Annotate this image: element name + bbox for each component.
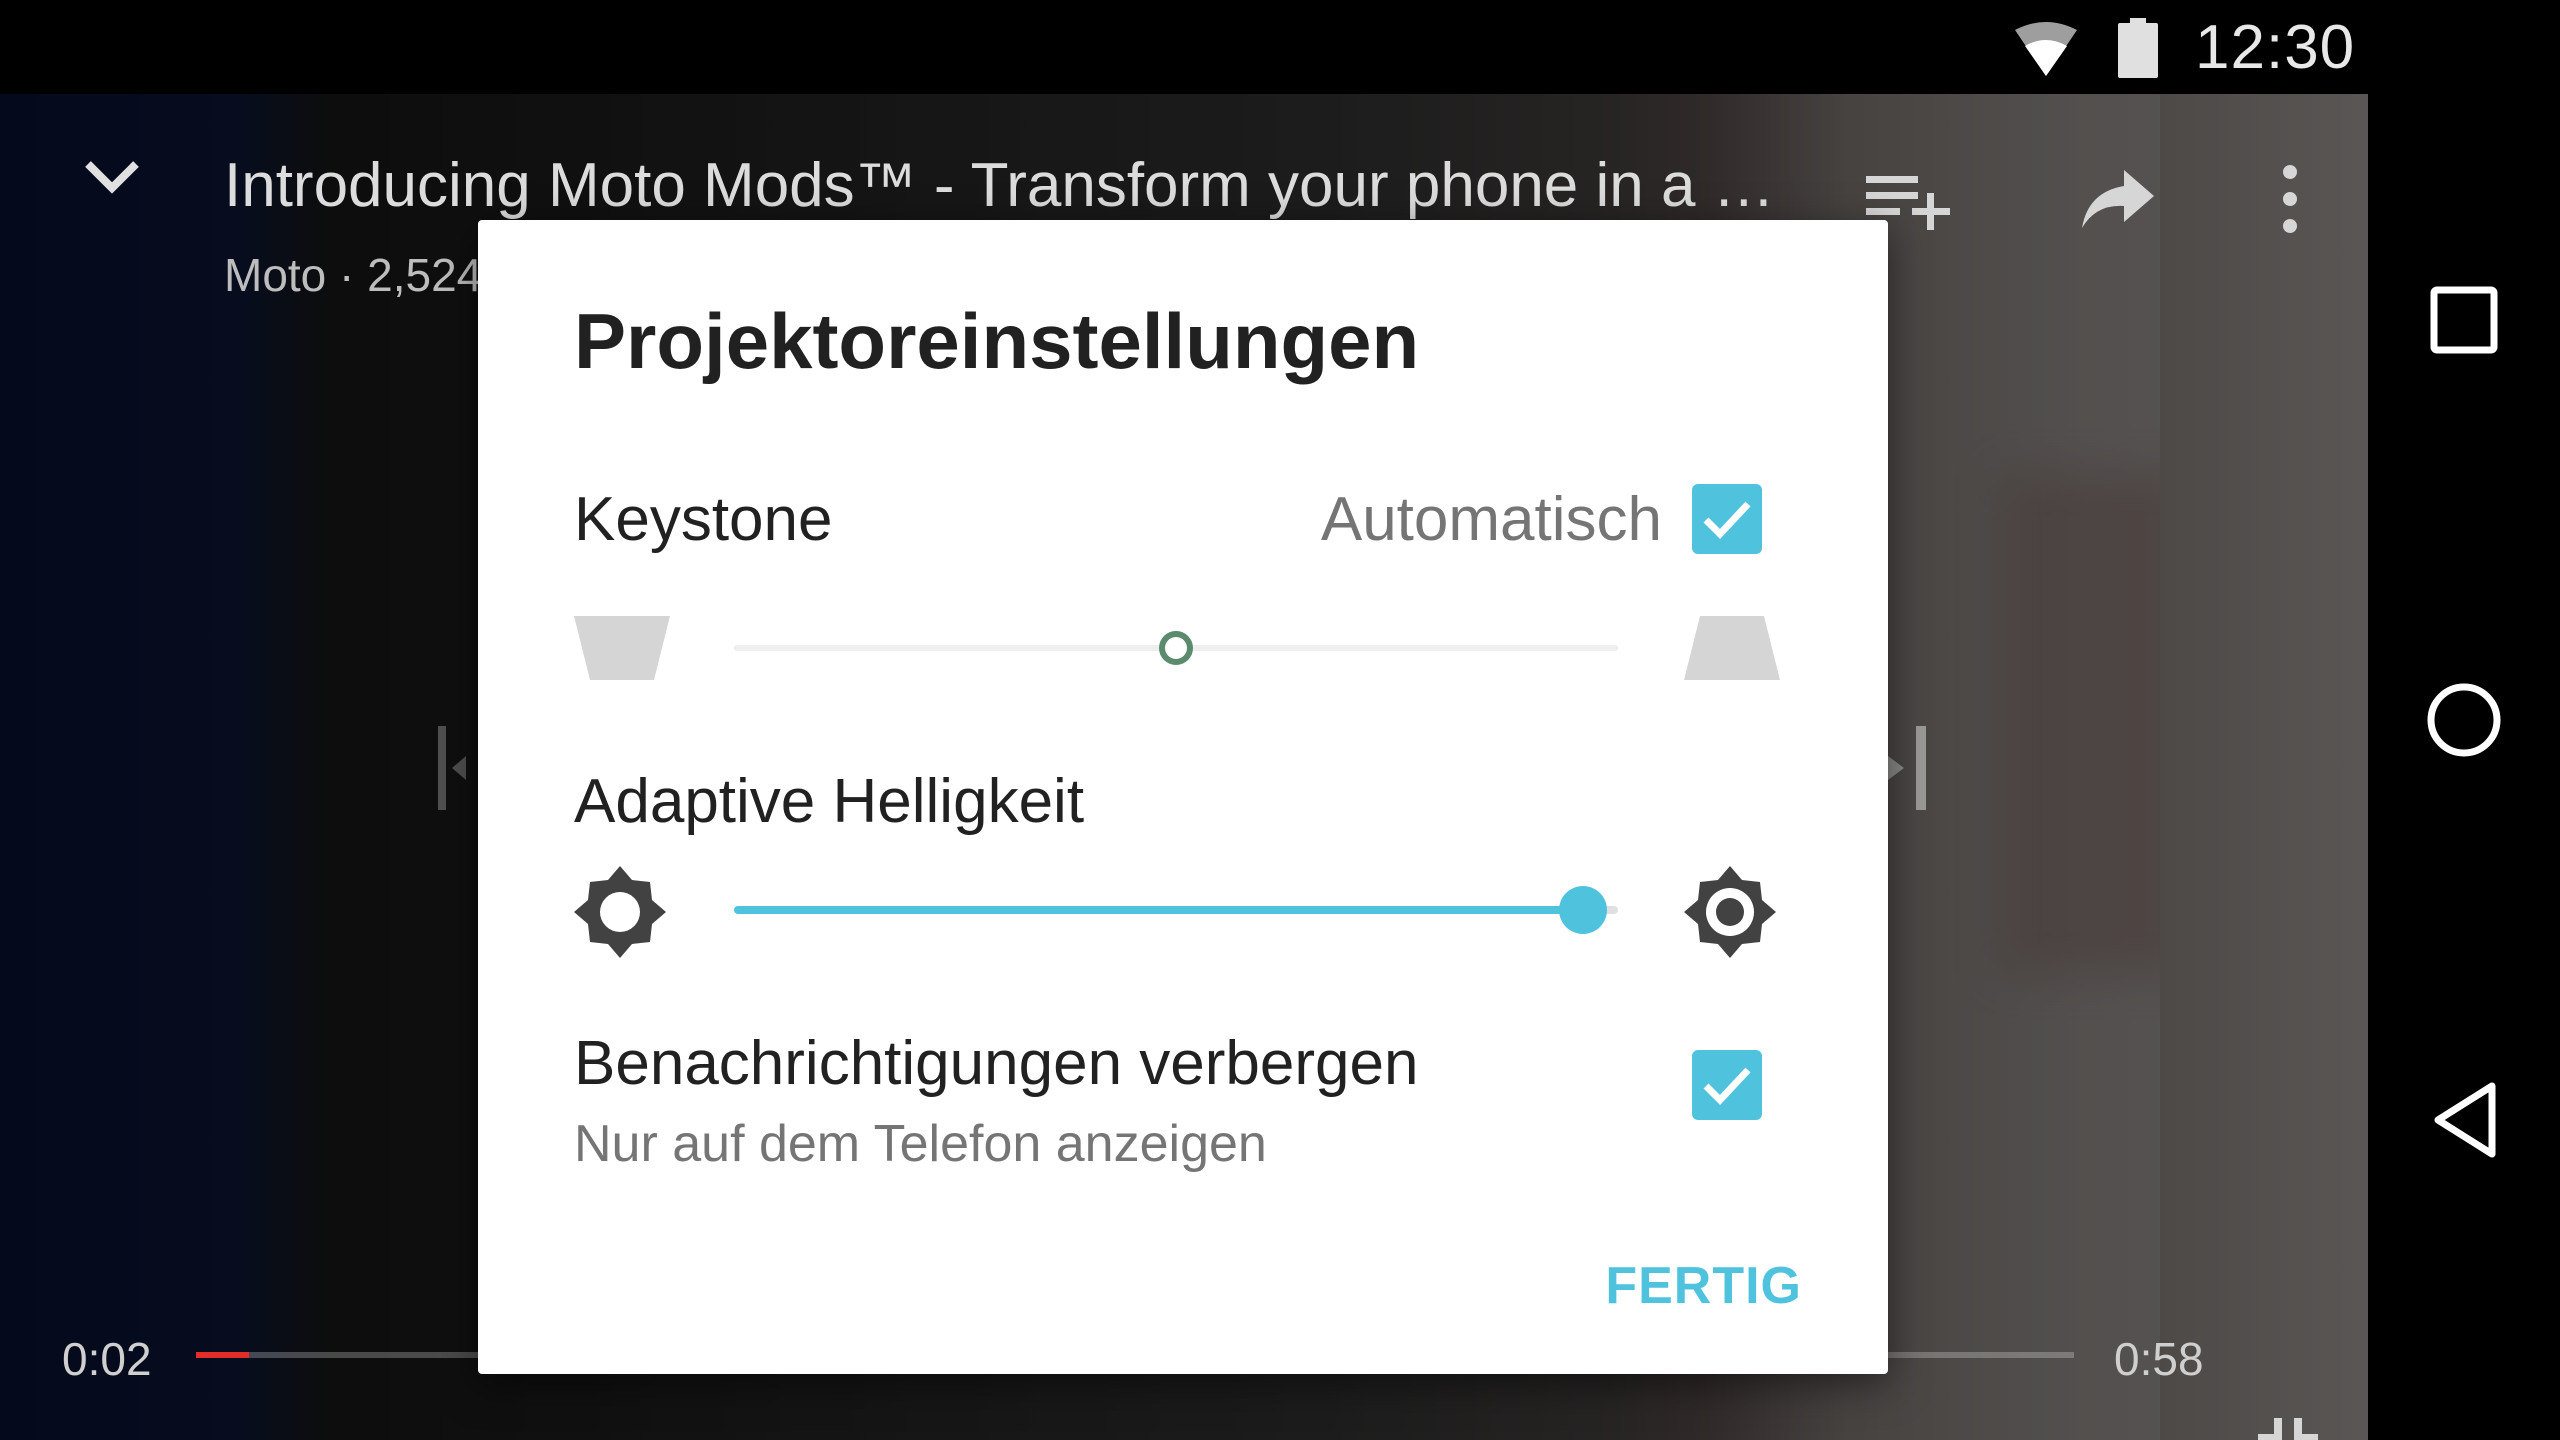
checkmark-icon	[1703, 501, 1751, 540]
keystone-narrow-top-icon	[1684, 616, 1780, 680]
automatic-label: Automatisch	[1320, 485, 1662, 554]
status-bar: 12:30	[0, 0, 2560, 94]
video-meta: Moto · 2,524	[224, 249, 483, 301]
keystone-narrow-bottom-icon	[574, 616, 670, 680]
exit-fullscreen-icon[interactable]	[2258, 1418, 2318, 1440]
done-button[interactable]: FERTIG	[1601, 1250, 1806, 1322]
screen: 12:30 Introducing Moto Mods™ - Transform…	[0, 0, 2560, 1440]
share-icon[interactable]	[2082, 170, 2154, 228]
total-time: 0:58	[2114, 1333, 2204, 1385]
battery-icon	[2118, 18, 2158, 78]
wifi-icon	[2015, 22, 2077, 76]
automatic-checkbox[interactable]	[1692, 484, 1762, 554]
dialog-title: Projektoreinstellungen	[574, 297, 1420, 385]
clock: 12:30	[2195, 13, 2356, 82]
chevron-down-icon[interactable]	[80, 156, 144, 196]
checkmark-icon	[1703, 1067, 1751, 1106]
hide-notifications-sublabel: Nur auf dem Telefon anzeigen	[574, 1115, 1267, 1173]
back-icon[interactable]	[2430, 1080, 2498, 1160]
brightness-slider-thumb[interactable]	[1558, 886, 1607, 934]
keystone-slider-thumb[interactable]	[1159, 631, 1193, 665]
video-title: Introducing Moto Mods™ - Transform your …	[224, 151, 1775, 220]
brightness-high-icon	[1684, 866, 1776, 958]
hide-notifications-label: Benachrichtigungen verbergen	[574, 1029, 1419, 1098]
keystone-label: Keystone	[574, 485, 833, 554]
home-icon[interactable]	[2426, 682, 2502, 758]
brightness-low-icon	[574, 866, 666, 958]
more-vert-icon[interactable]	[2276, 164, 2304, 234]
adaptive-brightness-label: Adaptive Helligkeit	[574, 767, 1085, 836]
previous-icon[interactable]	[436, 726, 466, 810]
projector-settings-dialog: Projektoreinstellungen Keystone Automati…	[478, 220, 1888, 1374]
hide-notifications-checkbox[interactable]	[1692, 1050, 1762, 1120]
recents-icon[interactable]	[2430, 286, 2498, 354]
seek-bar-played	[196, 1352, 249, 1358]
current-time: 0:02	[62, 1333, 152, 1385]
brightness-slider-fill	[734, 906, 1583, 914]
